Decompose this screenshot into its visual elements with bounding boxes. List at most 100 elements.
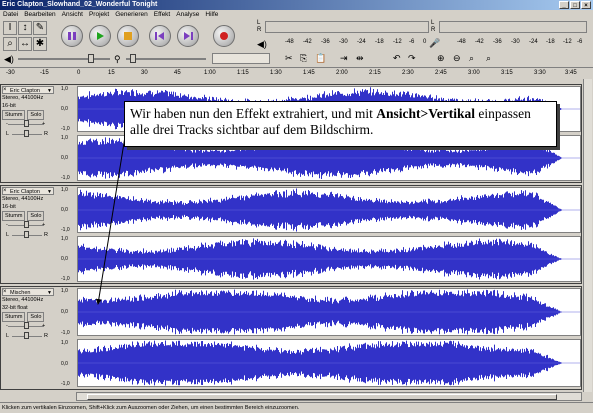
track-rate: Stereo, 44100Hz bbox=[2, 196, 44, 202]
pan-slider[interactable]: LR bbox=[2, 231, 54, 239]
pause-button[interactable] bbox=[61, 25, 83, 47]
timeline-ruler[interactable]: -30 -15 0 15 30 45 1:00 1:15 1:30 1:45 2… bbox=[0, 67, 593, 79]
solo-button[interactable]: Solo bbox=[27, 211, 45, 221]
gain-slider[interactable]: -+ bbox=[2, 221, 54, 229]
waveform-left[interactable] bbox=[77, 187, 581, 233]
input-volume-thumb[interactable] bbox=[130, 54, 136, 63]
menu-file[interactable]: Datei bbox=[3, 11, 18, 18]
menu-project[interactable]: Projekt bbox=[89, 11, 109, 18]
ruler-tick: 30 bbox=[141, 70, 148, 76]
track-name-menu[interactable]: × Eric Clapton ▼ bbox=[2, 187, 54, 195]
meter-tick: -6 bbox=[577, 39, 583, 45]
gain-slider[interactable]: -+ bbox=[2, 120, 54, 128]
play-icon bbox=[97, 32, 104, 40]
menu-edit[interactable]: Bearbeiten bbox=[24, 11, 55, 18]
menu-help[interactable]: Hilfe bbox=[205, 11, 218, 18]
close-icon[interactable]: × bbox=[3, 187, 7, 195]
paste-icon[interactable]: 📋 bbox=[315, 53, 326, 64]
output-volume-thumb[interactable] bbox=[88, 54, 94, 63]
minimize-icon[interactable]: _ bbox=[559, 1, 569, 9]
waveform-right[interactable] bbox=[77, 339, 581, 387]
meter-tick: -24 bbox=[529, 39, 538, 45]
close-icon[interactable]: × bbox=[3, 86, 7, 94]
pan-slider[interactable]: LR bbox=[2, 332, 54, 340]
track-2[interactable]: × Eric Clapton ▼ Stereo, 44100Hz 16-bit St… bbox=[0, 185, 582, 284]
meter-label-left-2: L bbox=[431, 20, 435, 26]
play-button[interactable] bbox=[89, 25, 111, 47]
mic-icon: ⚲ bbox=[114, 54, 121, 64]
mute-button[interactable]: Stumm bbox=[2, 312, 26, 322]
horizontal-scrollbar[interactable] bbox=[76, 392, 582, 401]
menu-view[interactable]: Ansicht bbox=[62, 11, 83, 18]
dropdown-icon: ▼ bbox=[47, 189, 52, 195]
maximize-icon[interactable]: □ bbox=[570, 1, 580, 9]
ruler-tick: -30 bbox=[6, 70, 15, 76]
ruler-tick: 45 bbox=[174, 70, 181, 76]
input-volume-slider[interactable] bbox=[126, 58, 206, 60]
waveform-left[interactable] bbox=[77, 288, 581, 336]
horizontal-scroll-thumb[interactable] bbox=[87, 394, 557, 400]
solo-button[interactable]: Solo bbox=[27, 110, 45, 120]
track-control-panel: × Mischen ▼ Stereo, 44100Hz 32-bit float S… bbox=[2, 288, 54, 340]
zoom-in-icon[interactable]: ⊕ bbox=[437, 53, 445, 64]
skip-end-button[interactable] bbox=[177, 25, 199, 47]
menu-generate[interactable]: Generieren bbox=[115, 11, 148, 18]
callout-text: Wir haben nun den Effekt extrahiert, und… bbox=[130, 106, 377, 121]
track-rate: Stereo, 44100Hz bbox=[2, 95, 44, 101]
zoom-tool-icon[interactable]: ⌕ bbox=[3, 37, 17, 51]
stop-icon bbox=[124, 32, 132, 40]
selection-tool-icon[interactable]: I bbox=[3, 21, 17, 35]
meter-tick: -18 bbox=[546, 39, 555, 45]
vertical-scrollbar[interactable] bbox=[583, 79, 592, 392]
menu-effect[interactable]: Effekt bbox=[154, 11, 171, 18]
trim-icon[interactable]: ⇥ bbox=[340, 53, 348, 64]
gain-slider[interactable]: -+ bbox=[2, 322, 54, 330]
mute-button[interactable]: Stumm bbox=[2, 211, 26, 221]
ruler-tick: 15 bbox=[108, 70, 115, 76]
playback-meter[interactable]: L R L R bbox=[257, 20, 587, 34]
pan-slider[interactable]: LR bbox=[2, 130, 54, 138]
skip-start-button[interactable] bbox=[149, 25, 171, 47]
output-volume-slider[interactable] bbox=[18, 58, 110, 60]
track-name-menu[interactable]: × Mischen ▼ bbox=[2, 288, 54, 296]
scale-label: -1,0 bbox=[61, 330, 70, 336]
silence-icon[interactable]: ⇹ bbox=[356, 53, 364, 64]
stop-button[interactable] bbox=[117, 25, 139, 47]
meter-tick: -12 bbox=[563, 39, 572, 45]
window-title: Eric Clapton_Slowhand_02_Wonderful Tonig… bbox=[2, 1, 158, 8]
track-rate: Stereo, 44100Hz bbox=[2, 297, 44, 303]
skip-end-icon bbox=[184, 32, 193, 40]
fit-selection-icon[interactable]: ⌕ bbox=[469, 53, 474, 64]
cut-icon[interactable]: ✂ bbox=[285, 53, 293, 64]
meter-tick: -48 bbox=[457, 39, 466, 45]
meter-tick: -42 bbox=[475, 39, 484, 45]
solo-button[interactable]: Solo bbox=[27, 312, 45, 322]
waveform-graphic bbox=[78, 188, 580, 232]
close-icon[interactable]: × bbox=[3, 288, 7, 296]
fit-project-icon[interactable]: ⌕ bbox=[486, 53, 491, 64]
track-name-menu[interactable]: × Eric Clapton ▼ bbox=[2, 86, 54, 94]
input-source-select[interactable] bbox=[212, 53, 270, 64]
record-button[interactable] bbox=[213, 25, 235, 47]
copy-icon[interactable]: ⎘ bbox=[300, 53, 307, 64]
undo-icon[interactable]: ↶ bbox=[393, 53, 401, 64]
zoom-out-icon[interactable]: ⊖ bbox=[453, 53, 461, 64]
multi-tool-icon[interactable]: ✱ bbox=[33, 37, 47, 51]
ruler-tick: 3:15 bbox=[501, 70, 513, 76]
draw-tool-icon[interactable]: ✎ bbox=[33, 21, 47, 35]
ruler-tick: 3:30 bbox=[534, 70, 546, 76]
envelope-tool-icon[interactable]: ↕ bbox=[18, 21, 32, 35]
scale-label: 1,0 bbox=[61, 236, 68, 242]
waveform-right[interactable] bbox=[77, 236, 581, 282]
scale-label: 1,0 bbox=[61, 187, 68, 193]
scale-label: 0,0 bbox=[61, 106, 68, 112]
close-icon[interactable]: × bbox=[581, 1, 591, 9]
track-3[interactable]: × Mischen ▼ Stereo, 44100Hz 32-bit float S… bbox=[0, 286, 582, 390]
meter-tick: 0 bbox=[423, 39, 427, 45]
timeshift-tool-icon[interactable]: ↔ bbox=[18, 37, 32, 51]
scale-label: -1,0 bbox=[61, 276, 70, 282]
menu-analyze[interactable]: Analyse bbox=[176, 11, 199, 18]
mute-button[interactable]: Stumm bbox=[2, 110, 26, 120]
track-name: Eric Clapton bbox=[10, 88, 40, 94]
redo-icon[interactable]: ↷ bbox=[408, 53, 416, 64]
